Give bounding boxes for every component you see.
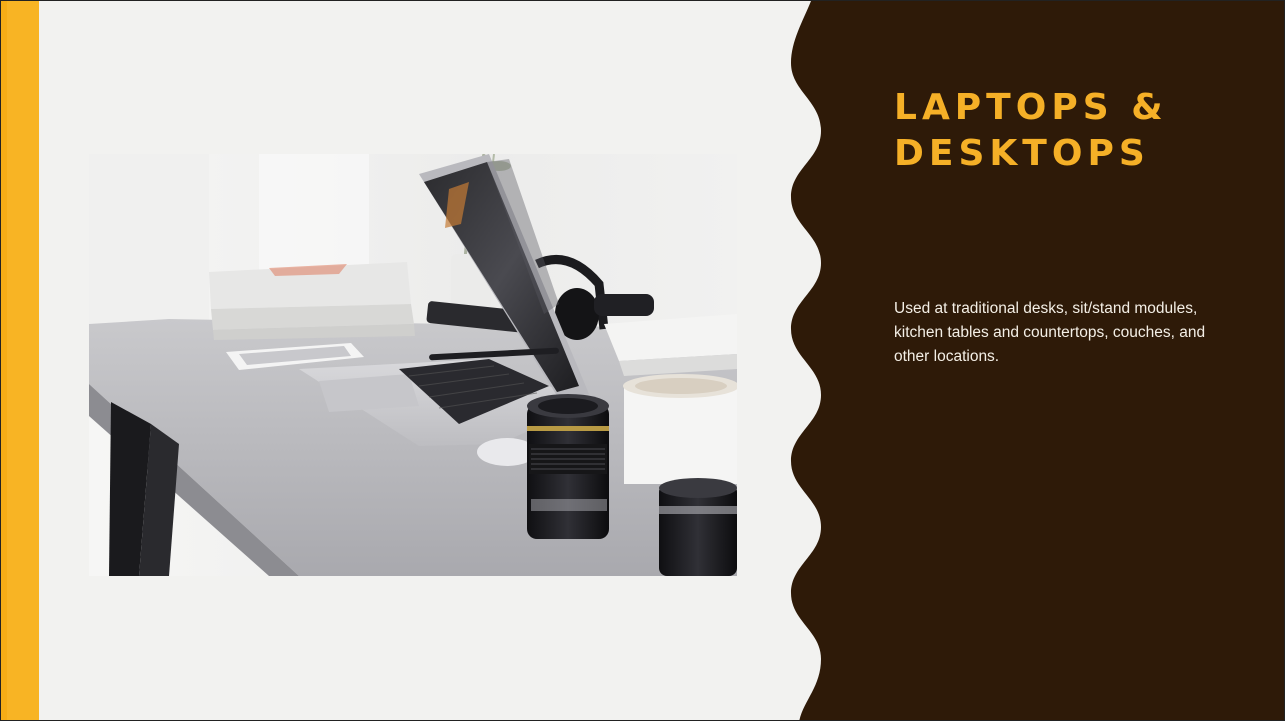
lens-back (659, 478, 737, 576)
accent-bar-edge (1, 1, 7, 720)
slide-body-text: Used at traditional desks, sit/stand mod… (894, 300, 1206, 365)
desk-laptop-photo (89, 154, 737, 576)
white-book (604, 314, 737, 376)
slide-title: LAPTOPS & DESKTOPS (894, 87, 1168, 174)
book-stack (209, 262, 415, 340)
cup (623, 374, 737, 484)
lens-front (527, 394, 609, 539)
slide: LAPTOPS & DESKTOPS Used at traditional d… (0, 0, 1285, 721)
